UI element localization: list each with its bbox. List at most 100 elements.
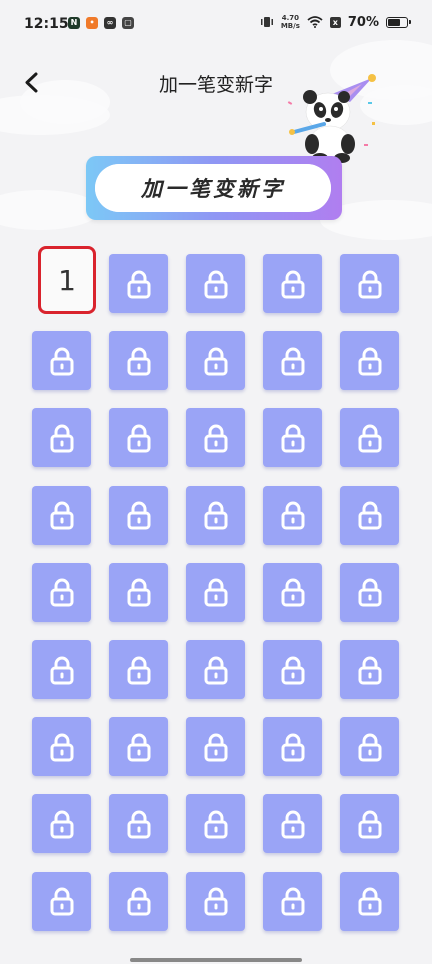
notification-icons: N • ∞ ▢	[68, 17, 134, 29]
lock-icon	[358, 733, 381, 762]
level-tile-locked[interactable]	[263, 331, 322, 391]
level-tile-locked[interactable]	[32, 871, 91, 931]
level-tile-locked[interactable]	[186, 408, 245, 468]
level-tile-locked[interactable]	[109, 408, 168, 468]
lock-icon	[204, 887, 227, 916]
lock-icon	[281, 501, 304, 530]
level-tile-locked[interactable]	[340, 562, 399, 622]
level-tile-locked[interactable]	[109, 485, 168, 545]
level-tile-locked[interactable]	[32, 408, 91, 468]
lock-icon	[127, 501, 150, 530]
status-right: 4.70 MB/s x 70%	[260, 14, 411, 30]
lock-icon	[204, 347, 227, 376]
app-square-icon: ▢	[122, 17, 134, 29]
lock-icon	[127, 270, 150, 298]
net-speed-value: 4.70	[281, 14, 299, 22]
home-indicator[interactable]	[130, 958, 302, 962]
lock-icon	[358, 347, 381, 376]
lock-icon	[358, 656, 381, 684]
status-bar: 12:15 N • ∞ ▢ 4.70 MB/s x 70%	[0, 0, 432, 52]
lock-icon	[358, 270, 381, 298]
lock-icon	[50, 347, 73, 376]
level-tile-locked[interactable]	[340, 485, 399, 545]
lock-icon	[127, 347, 150, 376]
lock-icon	[281, 810, 304, 839]
level-tile-locked[interactable]	[109, 717, 168, 777]
title-banner: 加一笔变新字	[86, 156, 342, 220]
status-time: 12:15	[24, 16, 69, 32]
level-tile-locked[interactable]	[186, 562, 245, 622]
lock-icon	[204, 733, 227, 762]
lock-icon	[204, 424, 227, 453]
lock-icon	[50, 424, 73, 453]
level-tile-locked[interactable]	[340, 408, 399, 468]
vibrate-icon	[260, 17, 273, 27]
battery-icon	[386, 16, 411, 28]
lock-icon	[281, 578, 304, 607]
level-tile-locked[interactable]	[32, 794, 91, 854]
level-tile-locked[interactable]	[109, 254, 168, 313]
level-tile-locked[interactable]	[32, 717, 91, 777]
level-tile-locked[interactable]	[32, 640, 91, 699]
level-tile-locked[interactable]	[32, 562, 91, 622]
level-tile-locked[interactable]	[263, 717, 322, 777]
net-speed: 4.70 MB/s	[281, 14, 300, 30]
level-tile-locked[interactable]	[186, 640, 245, 699]
level-tile-locked[interactable]	[263, 254, 322, 313]
lock-icon	[281, 733, 304, 762]
level-tile-locked[interactable]	[263, 408, 322, 468]
lock-icon	[127, 810, 150, 839]
level-tile-locked[interactable]	[263, 640, 322, 699]
app-n-icon: N	[68, 17, 80, 29]
lock-icon	[358, 424, 381, 453]
level-tile-locked[interactable]	[340, 717, 399, 777]
lock-icon	[281, 270, 304, 298]
lock-icon	[50, 501, 73, 530]
lock-icon	[358, 501, 381, 530]
battery-percent: 70%	[347, 14, 379, 30]
level-tile-locked[interactable]	[263, 562, 322, 622]
level-tile-unlocked[interactable]: 1	[38, 246, 96, 314]
lock-icon	[127, 424, 150, 453]
level-tile-locked[interactable]	[186, 794, 245, 854]
level-tile-locked[interactable]	[186, 717, 245, 777]
level-tile-locked[interactable]	[109, 562, 168, 622]
level-number: 1	[58, 263, 76, 297]
level-tile-locked[interactable]	[263, 871, 322, 931]
lock-icon	[127, 656, 150, 684]
level-tile-locked[interactable]	[109, 871, 168, 931]
lock-icon	[127, 733, 150, 762]
title-banner-inner: 加一笔变新字	[95, 164, 331, 212]
level-tile-locked[interactable]	[340, 254, 399, 313]
level-tile-locked[interactable]	[340, 871, 399, 931]
level-tile-locked[interactable]	[109, 331, 168, 391]
lock-icon	[358, 578, 381, 607]
level-tile-locked[interactable]	[109, 794, 168, 854]
level-tile-locked[interactable]	[340, 794, 399, 854]
lock-icon	[204, 501, 227, 530]
level-tile-locked[interactable]	[263, 485, 322, 545]
lock-icon	[281, 424, 304, 453]
wifi-icon	[307, 16, 323, 28]
level-tile-locked[interactable]	[186, 331, 245, 391]
banner-title: 加一笔变新字	[141, 177, 285, 201]
lock-icon	[358, 810, 381, 839]
lock-icon	[281, 887, 304, 916]
level-tile-locked[interactable]	[186, 871, 245, 931]
level-tile-locked[interactable]	[109, 640, 168, 699]
level-tile-locked[interactable]	[32, 485, 91, 545]
lock-icon	[358, 887, 381, 916]
level-tile-locked[interactable]	[340, 640, 399, 699]
app-link-icon: ∞	[104, 17, 116, 29]
net-speed-unit: MB/s	[280, 22, 300, 30]
lock-icon	[127, 578, 150, 607]
lock-icon	[50, 578, 73, 607]
level-tile-locked[interactable]	[340, 331, 399, 391]
level-tile-locked[interactable]	[32, 331, 91, 391]
lock-icon	[204, 810, 227, 839]
level-tile-locked[interactable]	[186, 254, 245, 313]
level-tile-locked[interactable]	[186, 485, 245, 545]
level-tile-locked[interactable]	[263, 794, 322, 854]
lock-icon	[50, 887, 73, 916]
lock-icon	[50, 656, 73, 684]
